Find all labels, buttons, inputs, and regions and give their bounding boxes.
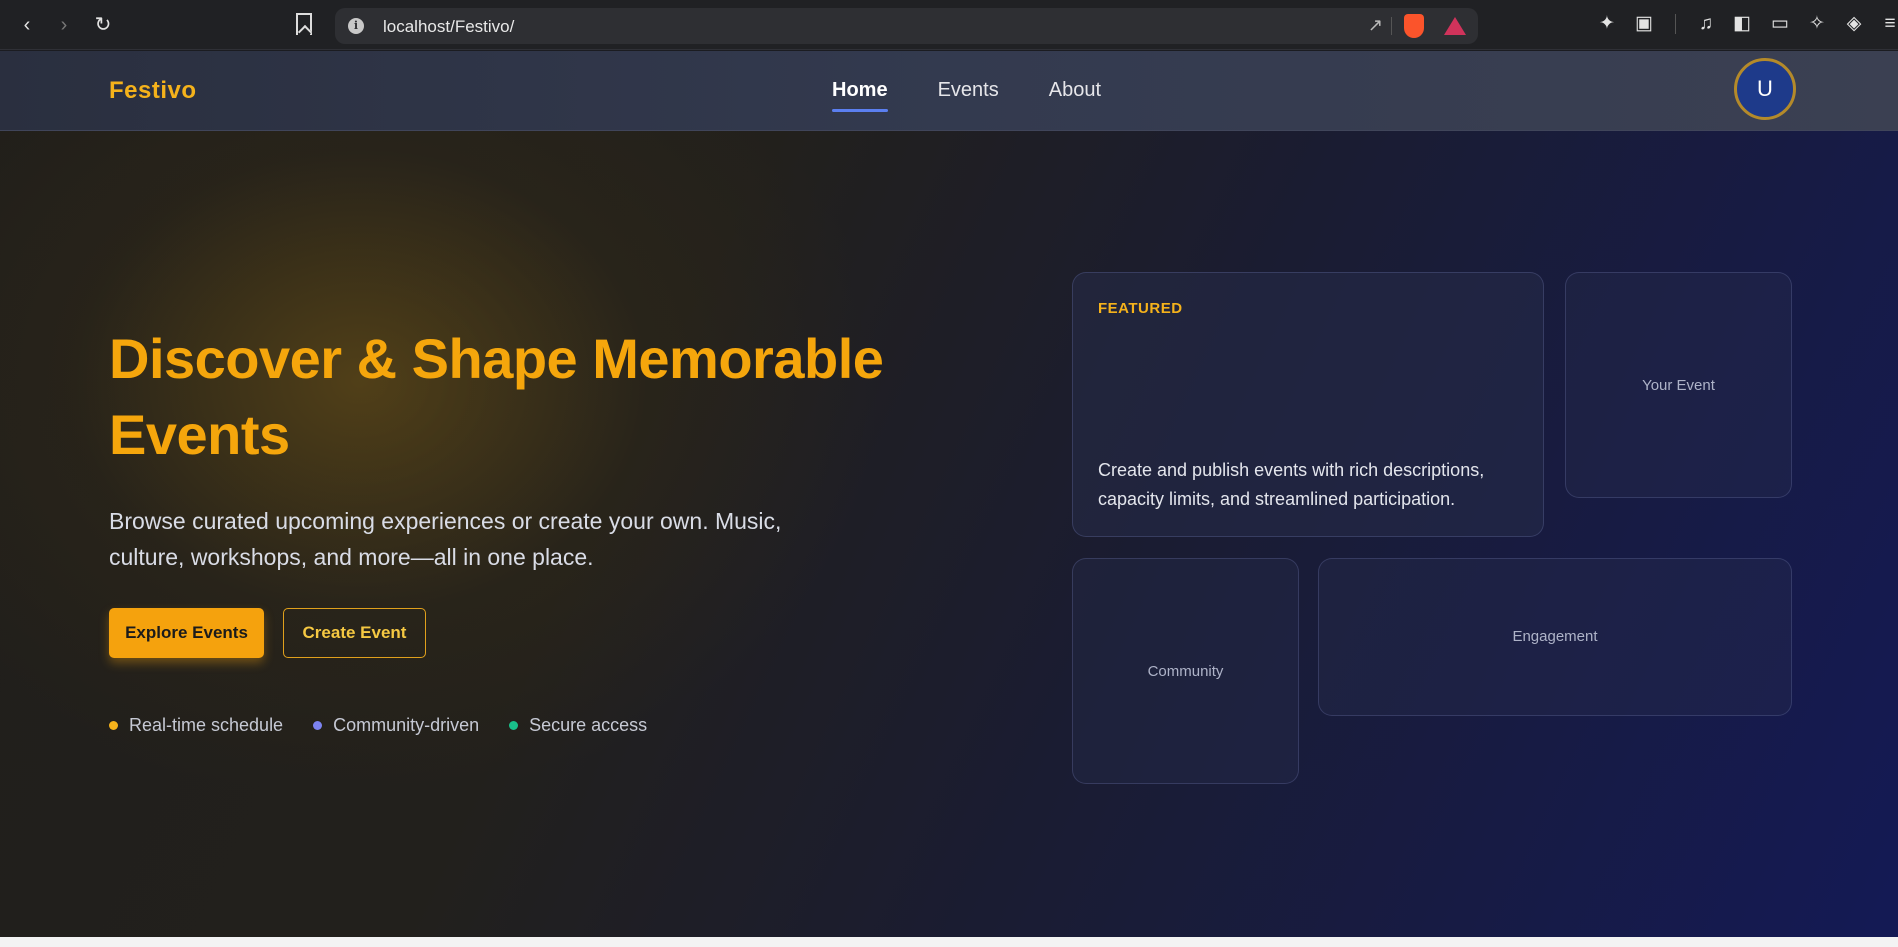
search-tab-icon[interactable]: ▣ <box>1632 12 1656 36</box>
site-navbar: Festivo Home Events About U <box>0 51 1898 131</box>
feature-label: Real-time schedule <box>129 715 284 735</box>
brand-logo[interactable]: Festivo <box>109 77 197 105</box>
bullet-dot-icon <box>109 721 118 730</box>
brave-rewards-icon[interactable] <box>1444 17 1466 35</box>
nav-link-about[interactable]: About <box>1049 79 1101 102</box>
feature-list: Real-time schedule Community-driven Secu… <box>109 715 647 736</box>
bullet-dot-icon <box>313 721 323 730</box>
wallet-icon[interactable]: ▭ <box>1768 12 1792 36</box>
hero-title: Discover & Shape Memorable Events <box>109 327 884 466</box>
user-avatar[interactable]: U <box>1734 58 1796 120</box>
feature-item: Real-time schedule <box>109 715 283 736</box>
page: Festivo Home Events About U Discover & S… <box>0 51 1898 947</box>
explore-events-button[interactable]: Explore Events <box>109 608 264 658</box>
nav-link-home[interactable]: Home <box>832 79 888 112</box>
bullet-dot-icon <box>509 721 519 730</box>
bookmark-icon[interactable] <box>296 13 312 35</box>
your-event-card[interactable]: Your Event <box>1565 272 1792 498</box>
browser-toolbar: ‹ › ↻ i localhost/Festivo/ ↗ ✦ ▣ ♫ ◧ ▭ ✧… <box>0 0 1898 50</box>
vpn-icon[interactable]: ◈ <box>1842 12 1866 36</box>
divider <box>1675 14 1676 34</box>
featured-description: Create and publish events with rich desc… <box>1098 460 1485 509</box>
card-label: Engagement <box>1512 628 1598 645</box>
nav-links: Home Events About <box>832 79 1101 112</box>
brave-shields-icon[interactable] <box>1404 14 1424 38</box>
create-event-button[interactable]: Create Event <box>283 608 426 658</box>
feature-item: Secure access <box>509 715 647 736</box>
feature-label: Secure access <box>529 715 648 735</box>
url-text[interactable]: localhost/Festivo/ <box>383 17 514 37</box>
community-card[interactable]: Community <box>1072 558 1299 784</box>
hero-subtitle: Browse curated upcoming experiences or c… <box>109 508 782 570</box>
feature-label: Community-driven <box>333 715 480 735</box>
card-label: Your Event <box>1642 377 1715 394</box>
reload-button[interactable]: ↻ <box>90 12 116 38</box>
featured-card[interactable]: FEATURED Create and publish events with … <box>1072 272 1544 537</box>
address-bar[interactable]: i localhost/Festivo/ ↗ <box>335 8 1478 44</box>
feature-item: Community-driven <box>313 715 479 736</box>
menu-icon[interactable]: ≡ <box>1878 12 1898 36</box>
engagement-card[interactable]: Engagement <box>1318 558 1792 716</box>
extensions-icon[interactable]: ✦ <box>1595 12 1619 36</box>
share-icon[interactable]: ↗ <box>1368 15 1383 36</box>
sidebar-icon[interactable]: ◧ <box>1730 12 1754 36</box>
site-info-icon[interactable]: i <box>348 18 364 34</box>
nav-link-events[interactable]: Events <box>938 79 999 102</box>
music-icon[interactable]: ♫ <box>1694 12 1718 36</box>
featured-tag: FEATURED <box>1098 300 1183 317</box>
divider <box>1391 17 1392 35</box>
card-label: Community <box>1147 663 1224 680</box>
forward-button[interactable]: › <box>51 12 77 38</box>
leo-ai-icon[interactable]: ✧ <box>1805 12 1829 36</box>
back-button[interactable]: ‹ <box>14 12 40 38</box>
